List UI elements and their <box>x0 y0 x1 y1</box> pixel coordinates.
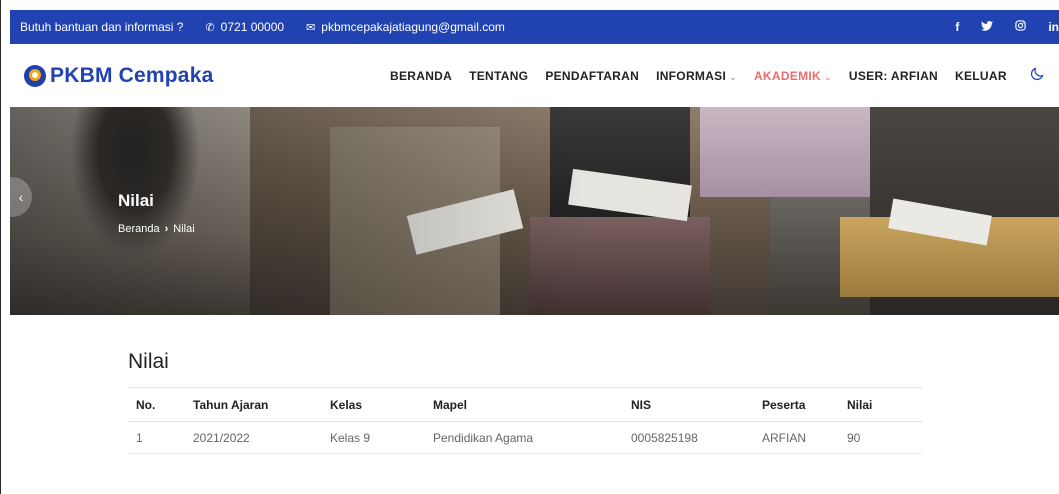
brand[interactable]: PKBM Cempaka <box>24 64 213 88</box>
nav-item-informasi-label: INFORMASI <box>656 68 727 83</box>
brand-name[interactable]: PKBM Cempaka <box>50 64 213 88</box>
grades-table: No. Tahun Ajaran Kelas Mapel NIS Peserta… <box>128 387 922 454</box>
envelope-icon: ✉ <box>306 21 316 34</box>
table-cell: ARFIAN <box>754 421 839 454</box>
main-menu: BERANDA TENTANG PENDAFTARAN INFORMASI ⌄ A… <box>390 44 1024 107</box>
phone-icon: ✆ <box>205 21 215 34</box>
facebook-icon[interactable]: f <box>955 20 959 34</box>
breadcrumb-current: Nilai <box>173 223 195 235</box>
main-navbar: PKBM Cempaka BERANDA TENTANG PENDAFTARAN… <box>10 44 1059 107</box>
hero-overlay <box>10 107 1059 315</box>
table-cell: 2021/2022 <box>185 421 322 454</box>
phone-number[interactable]: 0721 00000 <box>221 20 284 34</box>
column-header: NIS <box>623 387 754 422</box>
brand-logo-icon <box>24 64 46 87</box>
email-contact[interactable]: ✉ pkbmcepakajatiagung@gmail.com <box>306 20 505 34</box>
moon-icon[interactable] <box>1030 66 1045 86</box>
column-header: No. <box>128 387 185 422</box>
phone-contact[interactable]: ✆ 0721 00000 <box>205 20 284 34</box>
table-cell: 1 <box>128 421 185 454</box>
column-header: Kelas <box>322 387 425 422</box>
table-cell: 0005825198 <box>623 421 754 454</box>
social-links: f in <box>933 10 1059 44</box>
table-cell: 90 <box>839 421 922 454</box>
table-cell: Pendidikan Agama <box>425 421 623 454</box>
table-row: 1 2021/2022 Kelas 9 Pendidikan Agama 000… <box>128 421 922 454</box>
nav-item-akademik[interactable]: AKADEMIK ⌄ <box>754 69 832 83</box>
nav-item-tentang[interactable]: TENTANG <box>469 69 528 83</box>
help-text: Butuh bantuan dan informasi ? <box>20 20 184 34</box>
column-header: Nilai <box>839 387 922 422</box>
twitter-icon[interactable] <box>981 20 994 34</box>
breadcrumb-home[interactable]: Beranda <box>118 223 160 235</box>
email-address[interactable]: pkbmcepakajatiagung@gmail.com <box>321 20 505 34</box>
instagram-icon[interactable] <box>1015 20 1026 34</box>
nav-item-akademik-label: AKADEMIK <box>753 68 822 83</box>
chevron-down-icon: ⌄ <box>824 71 832 82</box>
nav-item-informasi[interactable]: INFORMASI ⌄ <box>656 69 737 83</box>
nav-item-pendaftaran[interactable]: PENDAFTARAN <box>545 69 639 83</box>
hero-title: Nilai <box>118 191 154 210</box>
column-header: Mapel <box>425 387 623 422</box>
hero-banner: ‹ Nilai Beranda › Nilai <box>10 107 1059 315</box>
table-header-row: No. Tahun Ajaran Kelas Mapel NIS Peserta… <box>128 387 922 422</box>
column-header: Tahun Ajaran <box>185 387 322 422</box>
nav-item-user[interactable]: USER: ARFIAN <box>849 69 938 83</box>
top-info-bar: Butuh bantuan dan informasi ? ✆ 0721 000… <box>10 10 1059 44</box>
chevron-down-icon: ⌄ <box>729 71 737 82</box>
breadcrumb: Beranda › Nilai <box>118 223 195 235</box>
linkedin-icon[interactable]: in <box>1048 20 1059 34</box>
nav-item-keluar[interactable]: KELUAR <box>955 69 1007 83</box>
chevron-left-icon: ‹ <box>18 189 24 205</box>
breadcrumb-separator-icon: › <box>164 223 169 235</box>
table-cell: Kelas 9 <box>322 421 425 454</box>
nav-item-beranda[interactable]: BERANDA <box>390 69 452 83</box>
column-header: Peserta <box>754 387 839 422</box>
page-title: Nilai <box>128 350 169 373</box>
